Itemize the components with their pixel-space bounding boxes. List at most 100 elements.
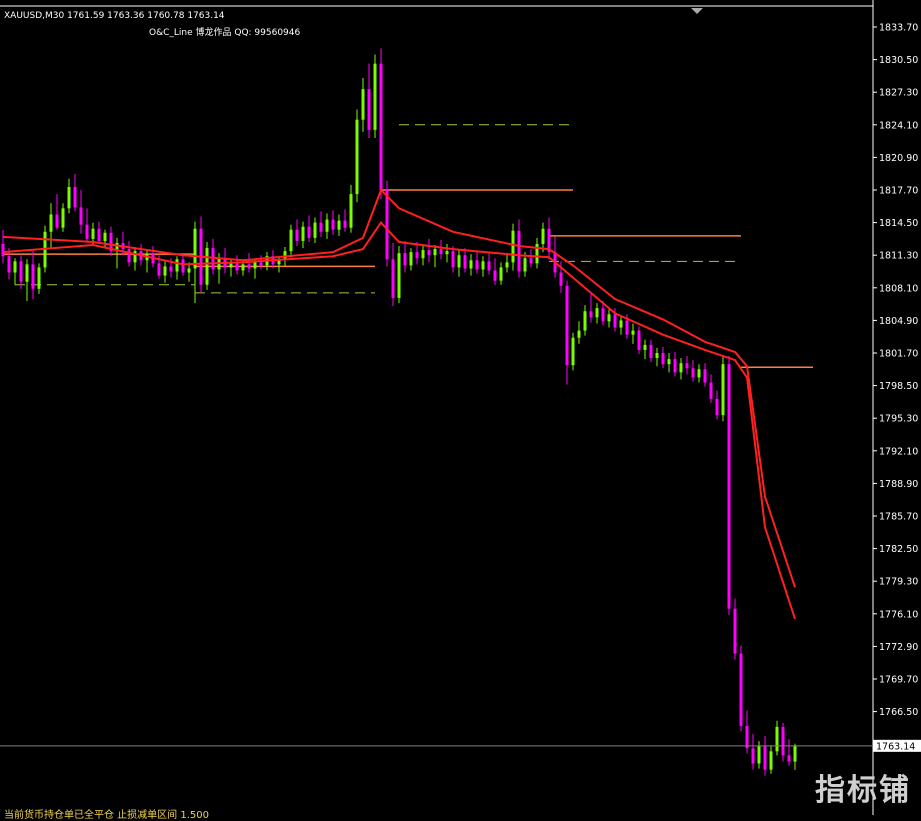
candle-body [439,249,443,255]
candle-body [703,369,707,383]
y-tick-label: 1772.90 [879,642,918,653]
y-tick-label: 1801.70 [879,349,918,360]
candle-body [7,256,11,273]
candle-body [475,260,479,270]
candle-body [481,261,485,270]
candle-body [583,311,587,331]
candle-body [85,224,89,239]
candle-body [697,369,701,378]
candle-body [61,208,65,228]
candle-body [313,222,317,238]
candle-body [487,261,491,271]
candle-body [325,219,329,232]
candle-body [235,262,239,271]
candle-body [739,653,743,726]
candle-body [361,89,365,120]
candle-body [175,259,179,272]
y-tick-label: 1830.50 [879,55,918,66]
y-tick-label: 1798.50 [879,381,918,392]
candle-body [625,320,629,335]
y-tick-label: 1824.10 [879,120,918,131]
y-tick-label: 1766.50 [879,707,918,718]
candle-body [607,314,611,322]
candle-body [757,746,761,764]
y-tick-label: 1808.10 [879,283,918,294]
candle-body [1,243,5,257]
candle-body [781,726,785,756]
candle-body [367,89,371,130]
y-tick-label: 1769.70 [879,675,918,686]
candle-body [55,214,59,228]
candle-body [793,745,797,762]
candle-body [517,230,521,272]
price-chart[interactable]: 1833.70 1830.50 1827.30 1824.10 1820.90 1817.… [0,0,921,815]
watermark-logo: 指标铺 [815,773,911,808]
candle-body [469,260,473,269]
candle-body [331,219,335,230]
current-price-label: 1763.14 [876,741,915,752]
candle-body [355,119,359,195]
candle-body [667,359,671,365]
candle-body [577,330,581,338]
candle-body [559,272,563,286]
candle-body [691,368,695,378]
candle-body [295,229,299,241]
candle-body [433,249,437,256]
candle-body [679,363,683,373]
candle-body [283,251,287,260]
candle-body [523,258,527,272]
candle-body [763,746,767,770]
candle-body [595,308,599,318]
y-tick-label: 1795.30 [879,414,918,425]
candle-body [49,214,53,232]
candle-body [715,398,719,416]
candle-body [337,220,341,230]
candle-body [289,229,293,252]
y-tick-label: 1827.30 [879,88,918,99]
candle-body [193,228,197,269]
y-tick-label: 1776.10 [879,609,918,620]
candle-body [673,359,677,373]
candle-body [67,186,71,209]
candle-body [169,266,173,272]
candle-body [349,194,353,228]
y-tick-label: 1811.30 [879,251,918,262]
y-tick-label: 1804.90 [879,316,918,327]
candle-body [403,253,407,266]
candle-body [541,228,545,244]
candle-body [643,344,647,350]
candle-body [571,337,575,366]
candle-body [421,250,425,259]
candle-body [613,314,617,328]
candle-body [187,268,191,273]
candle-body [655,353,659,359]
candle-body [19,261,23,282]
candle-body [247,264,251,269]
candle-body [499,267,503,281]
candle-body [343,220,347,228]
candle-body [637,330,641,350]
candle-body [163,266,167,276]
indicator-info: O&C_Line 博龙作品 QQ: 99560946 [149,28,301,38]
chart-area[interactable]: 1833.70 1830.50 1827.30 1824.10 1820.90 1817.… [0,0,921,821]
candle-body [127,249,131,263]
candle-body [721,364,725,416]
candle-body [181,259,185,273]
candle-body [79,207,83,225]
candle-body [589,311,593,318]
candle-body [97,228,101,241]
candle-body [31,264,35,289]
candle-body [37,267,41,289]
candle-body [685,363,689,369]
candle-body [91,228,95,239]
candle-body [415,252,419,259]
candle-body [733,608,737,654]
candle-body [157,263,161,276]
candle-body [301,226,305,241]
candle-body [25,264,29,282]
y-tick-label: 1792.10 [879,446,918,457]
candle-body [649,344,653,359]
candle-body [505,262,509,268]
candle-body [379,63,383,190]
candle-body [427,250,431,256]
